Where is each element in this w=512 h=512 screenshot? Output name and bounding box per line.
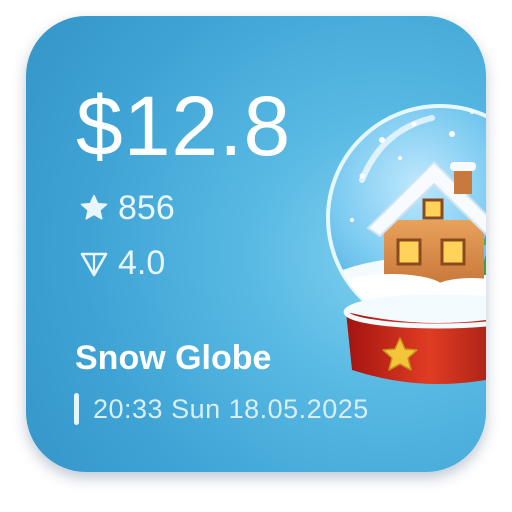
triangle-gem-icon	[80, 252, 108, 277]
snow-globe-icon	[326, 104, 486, 384]
stars-stat: 856	[78, 188, 175, 228]
gift-name: Snow Globe	[75, 339, 272, 377]
timestamp-accent-bar	[74, 393, 79, 425]
price-label: $12.8	[76, 79, 292, 173]
gift-card[interactable]: $12.8 856 4.0 Snow Globe 20:33 Sun 18.05…	[26, 16, 486, 472]
tier-stat: 4.0	[78, 243, 165, 283]
stars-value: 856	[118, 189, 175, 227]
star-icon	[80, 194, 108, 220]
tier-value: 4.0	[118, 244, 166, 282]
